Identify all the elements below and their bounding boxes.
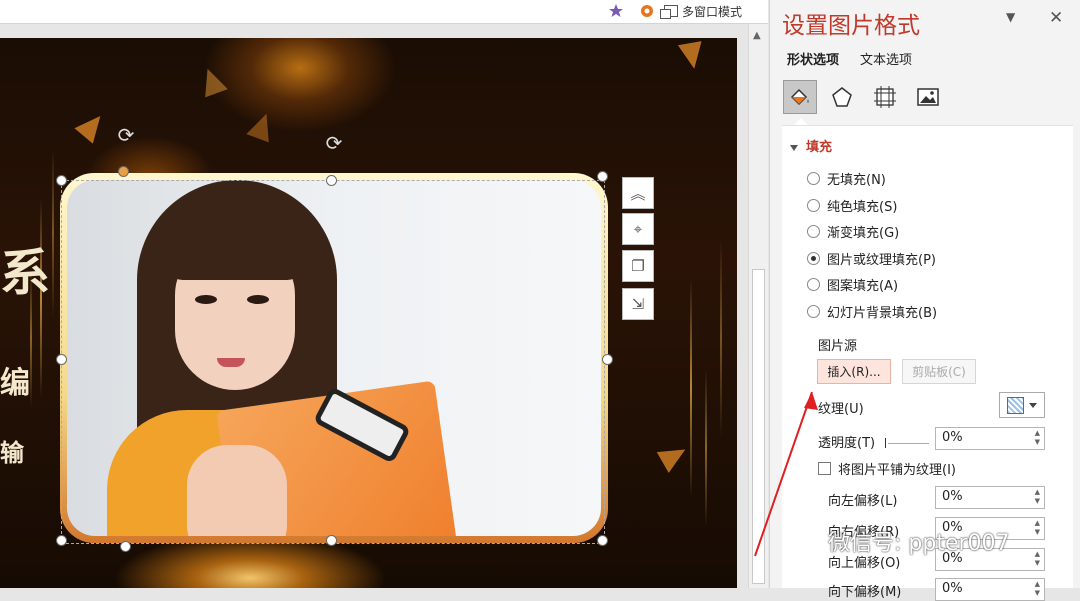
radio-circle[interactable] — [807, 172, 820, 185]
insert-button[interactable]: 插入(R)... — [817, 359, 891, 384]
offset-left-input[interactable]: 0% ▲ ▼ — [935, 486, 1045, 509]
resize-handle[interactable] — [326, 175, 337, 186]
resize-handle[interactable] — [602, 354, 613, 365]
slide-canvas[interactable]: 系 编 输 ⟳ ⟳ ︽ ⌖ ❐ ⇲ — [0, 38, 737, 588]
arrange-icon[interactable]: ❐ — [622, 250, 654, 282]
spinner-icon[interactable]: ▲ ▼ — [1035, 550, 1040, 568]
effects-icon[interactable] — [825, 80, 859, 114]
layout-options-icon[interactable]: ︽ — [622, 177, 654, 209]
chevron-down-icon[interactable]: ▼ — [1006, 10, 1015, 24]
resize-handle[interactable] — [597, 535, 608, 546]
watermark-text: 微信号: ppter007 — [828, 531, 1010, 556]
spinner-icon[interactable]: ▲ ▼ — [1035, 488, 1040, 506]
picture-icon[interactable] — [911, 80, 945, 114]
scroll-up-icon[interactable]: ▲ — [753, 30, 761, 41]
pane-title: 设置图片格式 — [782, 13, 920, 39]
transparency-input[interactable]: 0% ▲ ▼ — [935, 427, 1045, 450]
resize-handle[interactable] — [56, 175, 67, 186]
crop-center-icon[interactable]: ⌖ — [622, 213, 654, 245]
close-icon[interactable]: ✕ — [1049, 8, 1063, 28]
resize-handle[interactable] — [326, 535, 337, 546]
spinner-icon[interactable]: ▲ ▼ — [1035, 519, 1040, 537]
radio-pattern-fill[interactable]: 图案填充(A) — [807, 275, 898, 294]
texture-swatch-icon — [1006, 396, 1024, 414]
tab-shape-options[interactable]: 形状选项 — [787, 49, 839, 68]
resize-handle[interactable] — [56, 535, 67, 546]
radio-picture-fill[interactable]: 图片或纹理填充(P) — [807, 249, 936, 268]
scroll-thumb[interactable] — [752, 269, 765, 584]
fill-line-icon[interactable] — [783, 80, 817, 114]
slide-text-2: 编 — [0, 366, 30, 401]
tab-text-options[interactable]: 文本选项 — [860, 49, 912, 68]
resize-handle[interactable] — [120, 541, 131, 552]
radio-circle[interactable] — [807, 199, 820, 212]
portrait-photo[interactable] — [67, 180, 601, 536]
tile-picture-checkbox[interactable]: 将图片平铺为纹理(I) — [818, 459, 956, 478]
tab-caret — [794, 118, 808, 125]
spinner-icon[interactable]: ▲ ▼ — [1035, 580, 1040, 598]
texture-label: 纹理(U) — [818, 402, 864, 417]
wechat-icon — [788, 527, 822, 555]
checkbox-box[interactable] — [818, 462, 831, 475]
radio-no-fill[interactable]: 无填充(N) — [807, 169, 886, 188]
format-picture-pane: 设置图片格式 ▼ ✕ 形状选项 文本选项 填充 无填充(N) 纯色填充(S) 渐… — [769, 0, 1080, 601]
radio-circle[interactable] — [807, 278, 820, 291]
top-toolbar: 多窗口模式 — [0, 0, 768, 24]
offset-down-label: 向下偏移(M) — [828, 585, 902, 600]
radio-circle[interactable] — [807, 225, 820, 238]
spinner-icon[interactable]: ▲ ▼ — [1035, 429, 1040, 447]
radio-gradient-fill[interactable]: 渐变填充(G) — [807, 222, 899, 241]
size-properties-icon[interactable] — [868, 80, 902, 114]
transparency-slider[interactable] — [885, 438, 929, 448]
watermark: 微信号: ppter007 — [788, 525, 1010, 557]
rotate-handle-icon[interactable]: ⟳ — [323, 132, 345, 154]
multi-window-button[interactable]: 多窗口模式 — [660, 0, 743, 22]
resize-icon[interactable]: ⇲ — [622, 288, 654, 320]
resize-handle[interactable] — [597, 171, 608, 182]
slide-text-1: 系 — [0, 244, 50, 302]
vertical-scrollbar[interactable]: ▲ — [748, 24, 768, 588]
radio-circle-selected[interactable] — [807, 252, 820, 265]
fill-section-header[interactable]: 填充 — [790, 136, 832, 155]
gear-icon[interactable] — [636, 0, 658, 22]
radio-circle[interactable] — [807, 305, 820, 318]
rotate-handle-icon[interactable]: ⟳ — [115, 124, 137, 146]
multi-window-label: 多窗口模式 — [682, 4, 743, 19]
texture-picker[interactable] — [999, 392, 1045, 418]
pane-body: 填充 无填充(N) 纯色填充(S) 渐变填充(G) 图片或纹理填充(P) 图案填… — [782, 125, 1073, 601]
window-icon — [660, 5, 678, 19]
picture-source-label: 图片源 — [818, 339, 858, 354]
clipboard-button[interactable]: 剪贴板(C) — [902, 359, 976, 384]
offset-left-label: 向左偏移(L) — [828, 494, 898, 509]
collapse-icon — [790, 144, 798, 151]
radio-slide-bg-fill[interactable]: 幻灯片背景填充(B) — [807, 302, 937, 321]
picture-frame[interactable] — [60, 173, 608, 543]
slide-text-3: 输 — [0, 439, 24, 467]
adjust-handle[interactable] — [118, 166, 129, 177]
radio-solid-fill[interactable]: 纯色填充(S) — [807, 196, 897, 215]
designer-icon[interactable] — [605, 0, 627, 22]
chevron-down-icon — [1029, 402, 1038, 408]
transparency-label: 透明度(T) — [818, 436, 876, 451]
resize-handle[interactable] — [56, 354, 67, 365]
offset-down-input[interactable]: 0% ▲ ▼ — [935, 578, 1045, 601]
